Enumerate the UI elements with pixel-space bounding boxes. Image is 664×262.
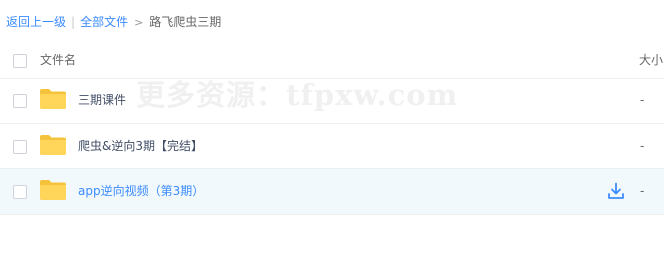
file-size: - [640, 184, 645, 198]
file-name[interactable]: 爬虫&逆向3期【完结】 [78, 137, 203, 155]
all-files-link[interactable]: 全部文件 [80, 15, 128, 29]
file-row[interactable]: 爬虫&逆向3期【完结】 - [0, 124, 664, 170]
download-icon[interactable] [607, 182, 625, 200]
file-name[interactable]: 三期课件 [78, 91, 126, 109]
column-header-name[interactable]: 文件名 [40, 52, 76, 68]
breadcrumb-divider: | [71, 15, 76, 29]
select-all-checkbox[interactable] [13, 54, 27, 68]
column-header-size[interactable]: 大小 [639, 52, 663, 68]
current-folder-label: 路飞爬虫三期 [149, 15, 222, 29]
row-checkbox[interactable] [13, 185, 27, 199]
chevron-right-icon: > [134, 16, 144, 29]
folder-icon [40, 135, 66, 155]
file-row[interactable]: 三期课件 - [0, 78, 664, 124]
file-size: - [640, 139, 645, 153]
file-size: - [640, 93, 645, 107]
file-row[interactable]: app逆向视频（第3期） - [0, 168, 664, 215]
back-link[interactable]: 返回上一级 [6, 15, 66, 29]
file-name[interactable]: app逆向视频（第3期） [78, 182, 204, 200]
folder-icon [40, 89, 66, 109]
row-checkbox[interactable] [13, 140, 27, 154]
folder-icon [40, 180, 66, 200]
row-checkbox[interactable] [13, 94, 27, 108]
file-list-header: 文件名 大小 [0, 42, 664, 79]
breadcrumb: 返回上一级 | 全部文件 > 路飞爬虫三期 [6, 13, 221, 31]
